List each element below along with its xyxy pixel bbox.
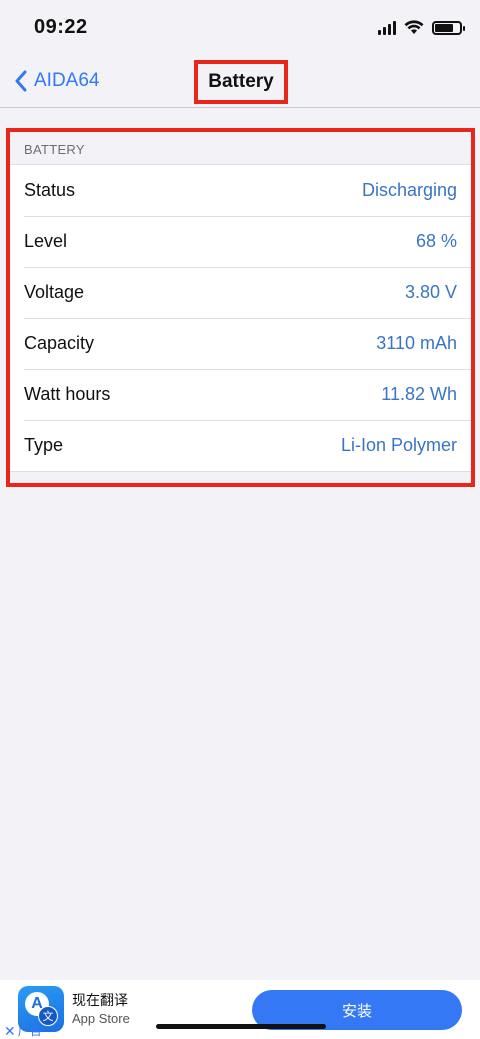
- status-icons: [378, 20, 465, 35]
- row-value: 68 %: [415, 231, 457, 251]
- status-time: 09:22: [34, 16, 88, 38]
- close-icon: ✕: [4, 1022, 16, 1039]
- list-item-capacity: Capacity 3110 mAh: [10, 318, 471, 369]
- row-label: Capacity: [24, 333, 95, 353]
- list-item-status: Status Discharging: [10, 165, 471, 216]
- ad-label: 广告: [17, 1024, 42, 1038]
- ad-close-button[interactable]: ✕ 广告: [4, 1022, 42, 1039]
- screen: 09:22 AIDA64 Battery BATTERY Status Disc…: [0, 0, 480, 1039]
- list-item-type: Type Li-Ion Polymer: [10, 420, 471, 471]
- back-label: AIDA64: [34, 70, 100, 91]
- signal-icon: [378, 20, 396, 35]
- nav-bar: AIDA64 Battery: [0, 56, 480, 108]
- battery-icon: [432, 20, 465, 35]
- section-header: BATTERY: [24, 142, 85, 157]
- ad-store-label: App Store: [72, 1011, 130, 1026]
- page-title: Battery: [208, 71, 274, 92]
- row-value: Li-Ion Polymer: [340, 435, 457, 455]
- list-item-watt-hours: Watt hours 11.82 Wh: [10, 369, 471, 420]
- row-value: 3.80 V: [404, 282, 457, 302]
- row-label: Type: [24, 435, 64, 455]
- battery-fill: [435, 23, 453, 32]
- back-button[interactable]: AIDA64: [14, 66, 99, 96]
- row-value: 11.82 Wh: [381, 384, 457, 404]
- ad-banner[interactable]: A 文 现在翻译 App Store ✕ 广告 安装: [0, 980, 480, 1039]
- row-value: 3110 mAh: [376, 333, 457, 353]
- chevron-left-icon: [15, 70, 27, 92]
- nav-title-highlight: Battery: [194, 60, 288, 104]
- status-bar: 09:22: [0, 0, 480, 56]
- row-label: Voltage: [24, 282, 85, 302]
- row-label: Level: [24, 231, 68, 251]
- wifi-icon: [404, 20, 424, 34]
- list-item-level: Level 68 %: [10, 216, 471, 267]
- row-value: Discharging: [361, 180, 457, 200]
- row-label: Status: [24, 180, 76, 200]
- home-indicator[interactable]: [156, 1024, 326, 1029]
- list-item-voltage: Voltage 3.80 V: [10, 267, 471, 318]
- ad-app-name: 现在翻译: [72, 992, 128, 1008]
- battery-info-list: Status Discharging Level 68 % Voltage 3.…: [10, 164, 471, 472]
- row-label: Watt hours: [24, 384, 111, 404]
